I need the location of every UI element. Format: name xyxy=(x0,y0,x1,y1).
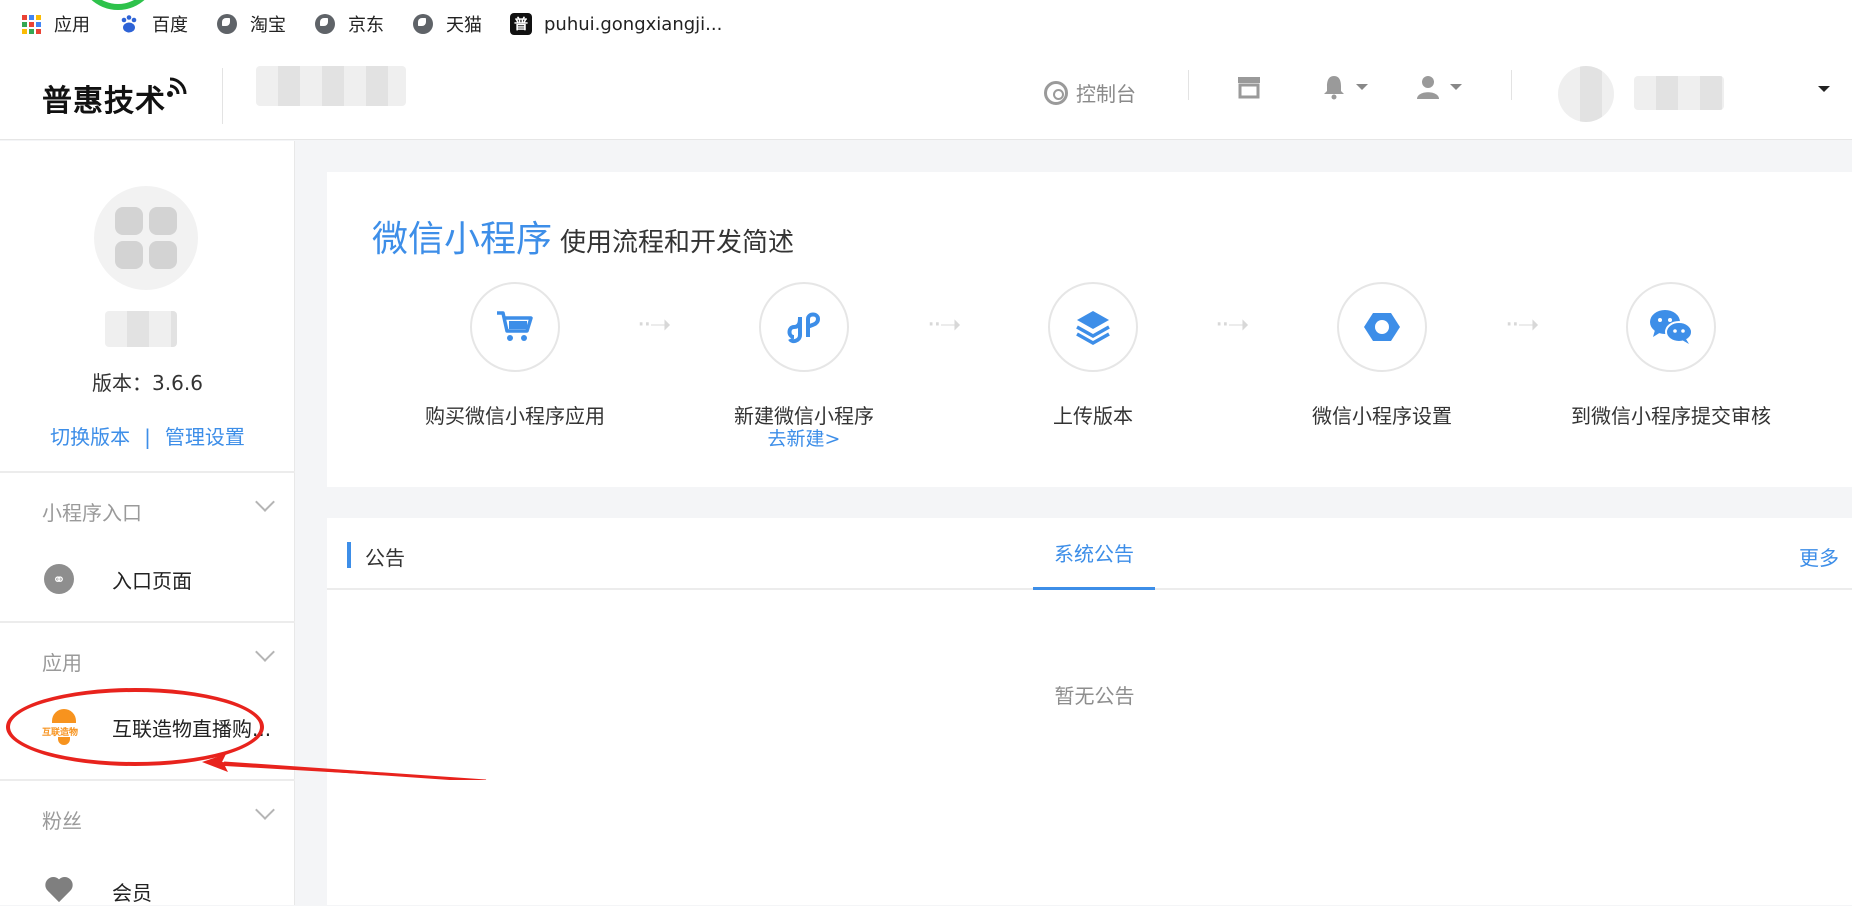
bookmark-tmall[interactable]: 天猫 xyxy=(412,11,482,37)
bookmark-puhui[interactable]: 普 puhui.gongxiangji... xyxy=(510,13,722,35)
app-avatar xyxy=(94,186,198,290)
separator: | xyxy=(144,425,151,449)
baidu-paw-icon xyxy=(118,13,140,35)
hexagon-icon xyxy=(1337,282,1427,372)
bookmark-label: 百度 xyxy=(152,15,188,36)
divider xyxy=(1188,70,1189,100)
chevron-down-icon xyxy=(1356,84,1368,90)
bookmark-label: 京东 xyxy=(348,15,384,36)
create-new-link[interactable]: 去新建> xyxy=(674,429,934,449)
divider xyxy=(222,68,223,124)
user-menu-button[interactable] xyxy=(1416,74,1462,100)
bookmark-baidu[interactable]: 百度 xyxy=(118,11,188,37)
section-fans[interactable]: 粉丝 xyxy=(42,805,82,834)
sidebar-item-label: 会员 xyxy=(112,880,152,905)
version-info: 版本：3.6.6 xyxy=(0,367,295,396)
divider xyxy=(0,621,295,623)
step-mini-program-settings[interactable]: 微信小程序设置 xyxy=(1252,282,1512,429)
sidebar: 版本：3.6.6 切换版本 | 管理设置 小程序入口 ⚭ 入口页面 应用 互联造物 … xyxy=(0,141,295,905)
account-name-redacted[interactable] xyxy=(1634,76,1724,110)
notice-header: 公告 系统公告 更多 xyxy=(327,518,1852,590)
divider xyxy=(0,471,295,473)
dashboard-icon xyxy=(1044,80,1068,105)
step-buy-app[interactable]: 购买微信小程序应用 xyxy=(385,282,645,429)
bookmark-label: 淘宝 xyxy=(250,15,286,36)
step-label: 微信小程序设置 xyxy=(1312,404,1452,428)
section-mini-program-entry[interactable]: 小程序入口 xyxy=(42,497,142,526)
notice-title: 公告 xyxy=(365,546,405,570)
mini-program-icon xyxy=(759,282,849,372)
section-apps[interactable]: 应用 xyxy=(42,647,82,676)
chevron-down-icon[interactable] xyxy=(255,800,275,820)
app-name-redacted xyxy=(105,311,177,347)
heart-icon xyxy=(44,876,74,906)
divider xyxy=(0,779,295,781)
account-avatar[interactable] xyxy=(1558,66,1614,122)
chevron-down-icon[interactable] xyxy=(255,642,275,662)
step-label: 购买微信小程序应用 xyxy=(425,404,605,428)
bookmark-label: 天猫 xyxy=(446,15,482,36)
notifications-button[interactable] xyxy=(1322,74,1368,100)
bookmark-jd[interactable]: 京东 xyxy=(314,11,384,37)
brand-logo[interactable]: 普惠技术 xyxy=(42,76,166,120)
bookmark-apps[interactable]: 应用 xyxy=(20,11,90,37)
bookmarks-bar: 应用 百度 淘宝 京东 天猫 普 puhui.gongxiangji... xyxy=(0,0,1852,48)
chevron-down-icon xyxy=(1818,86,1830,92)
notice-panel: 公告 系统公告 更多 暂无公告 xyxy=(327,518,1852,905)
bookmark-taobao[interactable]: 淘宝 xyxy=(216,11,286,37)
step-submit-review[interactable]: 到微信小程序提交审核 xyxy=(1541,282,1801,429)
sidebar-item-members[interactable]: 会员 xyxy=(44,876,152,906)
intro-card: 微信小程序 使用流程和开发简述 购买微信小程序应用 ··➝ 新建微信小程序 去新… xyxy=(327,172,1852,487)
step-upload-version[interactable]: 上传版本 xyxy=(963,282,1223,429)
step-label: 上传版本 xyxy=(1053,404,1133,428)
chevron-down-icon xyxy=(1450,84,1462,90)
store-icon xyxy=(1238,77,1260,99)
app-logo-icon: 互联造物 xyxy=(42,707,78,747)
step-label: 新建微信小程序 xyxy=(734,404,874,428)
manage-settings-link[interactable]: 管理设置 xyxy=(165,421,245,450)
console-label: 控制台 xyxy=(1076,82,1136,106)
store-button[interactable] xyxy=(1236,74,1262,100)
sidebar-item-label: 入口页面 xyxy=(112,568,192,593)
user-icon xyxy=(1417,76,1439,99)
version-actions: 切换版本 | 管理设置 xyxy=(0,421,295,450)
account-dropdown[interactable] xyxy=(1808,86,1830,92)
console-link[interactable]: 控制台 xyxy=(1044,78,1136,107)
sidebar-item-entry-page[interactable]: ⚭ 入口页面 xyxy=(44,564,192,594)
version-label: 版本： xyxy=(92,371,153,395)
intro-title-sub: 使用流程和开发简述 xyxy=(560,228,795,258)
sidebar-item-app[interactable]: 互联造物 互联造物直播购... xyxy=(42,707,272,747)
layers-icon xyxy=(1048,282,1138,372)
version-value: 3.6.6 xyxy=(152,371,203,395)
pu-site-icon: 普 xyxy=(510,13,532,35)
green-arc-decoration xyxy=(78,0,158,10)
bookmark-label: 应用 xyxy=(54,15,90,36)
step-create-mini-program[interactable]: 新建微信小程序 去新建> xyxy=(674,282,934,449)
bookmark-label: puhui.gongxiangji... xyxy=(544,13,723,35)
intro-title-main: 微信小程序 xyxy=(372,219,553,260)
globe-icon xyxy=(412,13,434,35)
bell-icon xyxy=(1324,76,1344,100)
intro-title: 微信小程序 使用流程和开发简述 xyxy=(372,210,794,262)
apps-grid-icon xyxy=(20,13,42,35)
accent-bar xyxy=(347,542,351,568)
sidebar-item-label: 互联造物直播购... xyxy=(112,716,272,741)
globe-icon xyxy=(216,13,238,35)
cart-icon xyxy=(470,282,560,372)
empty-state: 暂无公告 xyxy=(1054,684,1135,708)
link-icon: ⚭ xyxy=(44,564,74,594)
top-header: 普惠技术 控制台 xyxy=(0,48,1852,140)
globe-icon xyxy=(314,13,336,35)
more-link[interactable]: 更多 xyxy=(1799,542,1839,571)
switch-version-link[interactable]: 切换版本 xyxy=(50,421,130,450)
divider xyxy=(1511,70,1512,100)
chevron-down-icon[interactable] xyxy=(255,492,275,512)
tab-system-notice[interactable]: 系统公告 xyxy=(1033,518,1155,590)
step-label: 到微信小程序提交审核 xyxy=(1571,404,1771,428)
account-name-redacted[interactable] xyxy=(256,66,406,106)
signal-icon xyxy=(167,77,187,97)
wechat-icon xyxy=(1626,282,1716,372)
